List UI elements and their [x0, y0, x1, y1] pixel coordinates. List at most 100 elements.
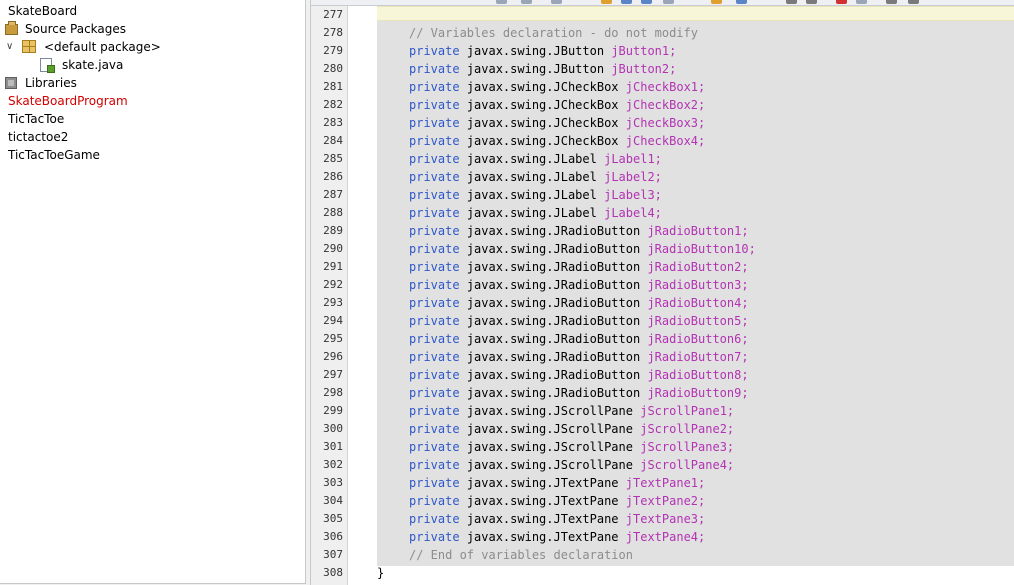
search-icon[interactable]	[601, 0, 612, 4]
tree-item-skateboardprogram[interactable]: SkateBoardProgram	[0, 92, 300, 110]
type-name: javax.swing.JRadioButton	[466, 350, 641, 364]
line-number: 300	[323, 422, 343, 435]
code-line: private javax.swing.JRadioButton jRadioB…	[409, 240, 756, 258]
code-line: private javax.swing.JCheckBox jCheckBox3…	[409, 114, 705, 132]
shift-right-icon[interactable]	[806, 0, 817, 4]
chevron-down-icon[interactable]: ∨	[6, 38, 13, 56]
record-macro-icon[interactable]	[836, 0, 847, 4]
field-name: jScrollPane1;	[640, 404, 735, 418]
field-name: jCheckBox4;	[625, 134, 706, 148]
keyword: private	[409, 530, 460, 544]
type-name: javax.swing.JScrollPane	[466, 458, 633, 472]
field-name: jButton2;	[611, 62, 677, 76]
line-number: 289	[323, 224, 343, 237]
uncomment-icon[interactable]	[908, 0, 919, 4]
field-name: jScrollPane2;	[640, 422, 735, 436]
forward-icon[interactable]	[551, 0, 562, 4]
line-number: 278	[323, 26, 343, 39]
keyword: private	[409, 368, 460, 382]
type-name: javax.swing.JRadioButton	[466, 242, 641, 256]
history-icon[interactable]	[496, 0, 507, 4]
keyword: private	[409, 386, 460, 400]
bookmark-icon[interactable]	[711, 0, 722, 4]
line-number: 301	[323, 440, 343, 453]
keyword: private	[409, 332, 460, 346]
keyword: private	[409, 116, 460, 130]
field-name: jRadioButton3;	[647, 278, 749, 292]
line-number: 293	[323, 296, 343, 309]
field-name: jTextPane4;	[625, 530, 706, 544]
keyword: private	[409, 440, 460, 454]
line-number: 284	[323, 134, 343, 147]
code-line: private javax.swing.JRadioButton jRadioB…	[409, 366, 749, 384]
tree-item-skate-java[interactable]: skate.java	[0, 56, 300, 74]
type-name: javax.swing.JLabel	[466, 152, 597, 166]
field-name: jRadioButton7;	[647, 350, 749, 364]
code-line: }	[377, 564, 384, 582]
code-line: private javax.swing.JTextPane jTextPane2…	[409, 492, 705, 510]
code-line: private javax.swing.JTextPane jTextPane3…	[409, 510, 705, 528]
stop-macro-icon[interactable]	[856, 0, 867, 4]
code-line: private javax.swing.JRadioButton jRadioB…	[409, 312, 749, 330]
line-number: 282	[323, 98, 343, 111]
toggle-highlight-icon[interactable]	[663, 0, 674, 4]
code-line: private javax.swing.JRadioButton jRadioB…	[409, 276, 749, 294]
code-line: // Variables declaration - do not modify	[409, 24, 698, 42]
line-number: 299	[323, 404, 343, 417]
code-line: private javax.swing.JRadioButton jRadioB…	[409, 330, 749, 348]
tree-item-libraries[interactable]: Libraries	[0, 74, 300, 92]
find-prev-icon[interactable]	[621, 0, 632, 4]
line-number: 292	[323, 278, 343, 291]
tree-item-default-package[interactable]: ∨ <default package>	[0, 38, 300, 56]
next-bookmark-icon[interactable]	[736, 0, 747, 4]
tree-item-skateboard[interactable]: SkateBoard	[0, 2, 300, 20]
type-name: javax.swing.JCheckBox	[466, 134, 619, 148]
code-line: private javax.swing.JCheckBox jCheckBox4…	[409, 132, 705, 150]
source-packages-icon	[5, 21, 18, 35]
tree-item-tictactoe[interactable]: TicTacToe	[0, 110, 300, 128]
keyword: private	[409, 62, 460, 76]
line-number: 307	[323, 548, 343, 561]
current-line-highlight	[377, 6, 1014, 21]
tree-item-tictactoegame[interactable]: TicTacToeGame	[0, 146, 300, 164]
type-name: javax.swing.JButton	[466, 44, 605, 58]
field-name: jScrollPane4;	[640, 458, 735, 472]
line-number-gutter: 277 278 279 280 281 282 283 284 285 286 …	[311, 6, 348, 585]
tree-item-label: SkateBoardProgram	[8, 94, 128, 108]
keyword: private	[409, 206, 460, 220]
type-name: javax.swing.JCheckBox	[466, 80, 619, 94]
field-name: jTextPane2;	[625, 494, 706, 508]
find-next-icon[interactable]	[641, 0, 652, 4]
tree-item-label: TicTacToeGame	[8, 148, 100, 162]
keyword: private	[409, 476, 460, 490]
tree-item-source-packages[interactable]: Source Packages	[0, 20, 300, 38]
field-name: jTextPane3;	[625, 512, 706, 526]
field-name: jButton1;	[611, 44, 677, 58]
line-number: 297	[323, 368, 343, 381]
back-icon[interactable]	[521, 0, 532, 4]
keyword: private	[409, 422, 460, 436]
code-line: private javax.swing.JScrollPane jScrollP…	[409, 456, 734, 474]
line-number: 291	[323, 260, 343, 273]
comment-icon[interactable]	[886, 0, 897, 4]
code-line: private javax.swing.JRadioButton jRadioB…	[409, 294, 749, 312]
keyword: private	[409, 188, 460, 202]
type-name: javax.swing.JTextPane	[466, 512, 619, 526]
code-line: private javax.swing.JScrollPane jScrollP…	[409, 438, 734, 456]
projects-tree: SkateBoard Source Packages ∨ <default pa…	[0, 0, 306, 584]
field-name: jRadioButton1;	[647, 224, 749, 238]
line-number: 295	[323, 332, 343, 345]
keyword: private	[409, 350, 460, 364]
shift-left-icon[interactable]	[786, 0, 797, 4]
type-name: javax.swing.JRadioButton	[466, 296, 641, 310]
tree-item-tictactoe2[interactable]: tictactoe2	[0, 128, 300, 146]
field-name: jLabel3;	[604, 188, 662, 202]
code-editor: 277 278 279 280 281 282 283 284 285 286 …	[310, 0, 1014, 585]
type-name: javax.swing.JScrollPane	[466, 422, 633, 436]
field-name: jLabel2;	[604, 170, 662, 184]
code-line: private javax.swing.JRadioButton jRadioB…	[409, 348, 749, 366]
line-number: 306	[323, 530, 343, 543]
comment-text: // End of variables declaration	[409, 548, 633, 562]
java-file-icon	[40, 58, 55, 73]
code-line: private javax.swing.JLabel jLabel1;	[409, 150, 662, 168]
